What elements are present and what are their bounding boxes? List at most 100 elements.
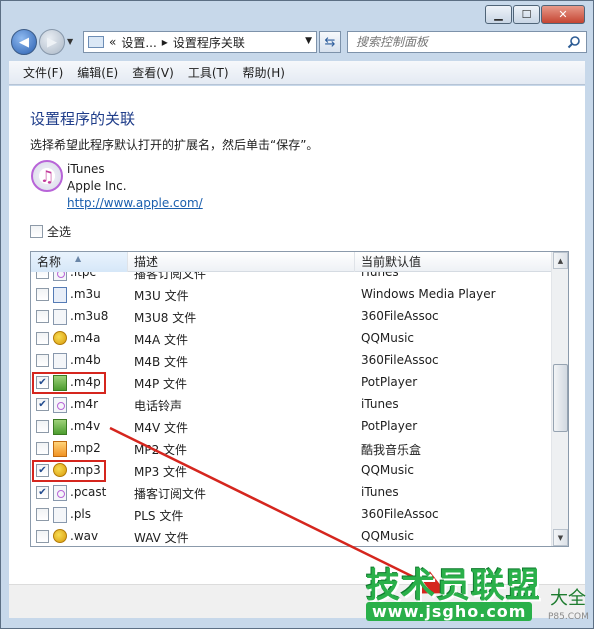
program-website-link[interactable]: http://www.apple.com/ [67, 196, 203, 210]
row-checkbox[interactable] [36, 420, 49, 433]
potplayer-icon [53, 419, 67, 435]
address-bar[interactable]: « 设置... ▸ 设置程序关联 ▼ [83, 31, 317, 53]
row-description: M3U8 文件 [134, 311, 197, 325]
scroll-up-button[interactable]: ▲ [553, 252, 568, 269]
row-current-default: QQMusic [361, 529, 415, 543]
extension-row-mp3[interactable]: ✔ .mp3 MP3 文件 QQMusic [31, 460, 551, 482]
extension-row-m4b[interactable]: .m4b M4B 文件 360FileAssoc [31, 350, 551, 372]
breadcrumb-separator[interactable]: ▸ [162, 35, 168, 49]
breadcrumb-set-associations[interactable]: 设置程序关联 [173, 34, 245, 51]
row-checkbox[interactable] [36, 442, 49, 455]
menu-bar: 文件(F) 编辑(E) 查看(V) 工具(T) 帮助(H) [9, 61, 585, 85]
maximize-button[interactable]: ☐ [513, 5, 540, 24]
menu-tools[interactable]: 工具(T) [188, 64, 229, 81]
menu-view[interactable]: 查看(V) [132, 64, 174, 81]
minimize-button[interactable]: ▁ [485, 5, 512, 24]
select-all-box[interactable] [30, 225, 43, 238]
column-name[interactable]: ▲ 名称 [31, 252, 128, 272]
scroll-thumb[interactable] [553, 364, 568, 432]
row-checkbox[interactable] [36, 288, 49, 301]
extension-row-m3u[interactable]: .m3u M3U 文件 Windows Media Player [31, 284, 551, 306]
extension-row-wav[interactable]: .wav WAV 文件 QQMusic [31, 526, 551, 546]
extension-row-pcast[interactable]: ✔ .pcast 播客订阅文件 iTunes [31, 482, 551, 504]
control-panel-window: ▁ ☐ ✕ ◀ ▶ ▼ « 设置... ▸ 设置程序关联 ▼ ⇆ 文件(F) 编… [0, 0, 594, 629]
search-icon[interactable] [567, 35, 581, 49]
select-all-checkbox[interactable]: 全选 [30, 223, 71, 240]
highlight-box-mp3 [32, 460, 106, 482]
menu-help[interactable]: 帮助(H) [243, 64, 285, 81]
row-checkbox[interactable] [36, 310, 49, 323]
generic-file-icon [53, 353, 67, 369]
row-extension: .mp2 [70, 441, 101, 455]
extension-row-mp2[interactable]: .mp2 MP2 文件 酷我音乐盒 [31, 438, 551, 460]
row-description: MP3 文件 [134, 465, 188, 479]
control-panel-icon [88, 36, 104, 48]
address-overflow[interactable]: « [109, 35, 116, 49]
row-description: WAV 文件 [134, 531, 189, 545]
row-description: M3U 文件 [134, 289, 189, 303]
qqmusic-icon [53, 331, 67, 345]
page-title: 设置程序的关联 [30, 110, 136, 128]
program-vendor: Apple Inc. [67, 179, 127, 193]
itunes-file-icon [53, 485, 67, 501]
row-checkbox[interactable]: ✔ [36, 398, 49, 411]
menu-file[interactable]: 文件(F) [23, 64, 63, 81]
scroll-down-button[interactable]: ▼ [553, 529, 568, 546]
column-name-label: 名称 [37, 255, 62, 269]
row-checkbox[interactable]: ✔ [36, 486, 49, 499]
row-extension: .m4r [70, 397, 99, 411]
vertical-scrollbar[interactable]: ▲ ▼ [551, 252, 568, 546]
extension-row-m3u8[interactable]: .m3u8 M3U8 文件 360FileAssoc [31, 306, 551, 328]
row-description: M4V 文件 [134, 421, 189, 435]
instructions-text: 选择希望此程序默认打开的扩展名，然后单击“保存”。 [30, 138, 319, 152]
row-description: 播客订阅文件 [134, 487, 207, 501]
row-checkbox[interactable] [36, 354, 49, 367]
extension-list[interactable]: .itpc 播客订阅文件 iTunes .m3u M3U 文件 Windows Media… [30, 251, 569, 547]
row-current-default: QQMusic [361, 331, 415, 345]
extension-row-m4p[interactable]: ✔ .m4p M4P 文件 PotPlayer [31, 372, 551, 394]
close-button[interactable]: ✕ [541, 5, 585, 24]
row-checkbox[interactable] [36, 508, 49, 521]
watermark-url: www.jsgho.com [366, 602, 533, 621]
column-current-default[interactable]: 当前默认值 [355, 252, 553, 272]
program-name: iTunes [67, 162, 105, 176]
row-extension: .m4v [70, 419, 101, 433]
generic-file-icon [53, 507, 67, 523]
menu-edit[interactable]: 编辑(E) [77, 64, 118, 81]
generic-file-icon [53, 309, 67, 325]
extension-row-m4a[interactable]: .m4a M4A 文件 QQMusic [31, 328, 551, 350]
column-description[interactable]: 描述 [128, 252, 355, 272]
search-input[interactable] [354, 34, 554, 50]
forward-button[interactable]: ▶ [39, 29, 65, 55]
row-current-default: PotPlayer [361, 419, 418, 433]
watermark-suffix: 大全 [550, 588, 586, 609]
row-extension: .wav [70, 529, 99, 543]
row-extension: .m3u8 [70, 309, 109, 323]
extension-row-pls[interactable]: .pls PLS 文件 360FileAssoc [31, 504, 551, 526]
column-description-label: 描述 [134, 255, 159, 269]
row-description: M4A 文件 [134, 333, 189, 347]
row-description: 电话铃声 [134, 399, 183, 413]
refresh-button[interactable]: ⇆ [319, 31, 341, 53]
extension-row-m4v[interactable]: .m4v M4V 文件 PotPlayer [31, 416, 551, 438]
row-current-default: 360FileAssoc [361, 507, 439, 521]
row-current-default: iTunes [361, 485, 399, 499]
back-button[interactable]: ◀ [11, 29, 37, 55]
row-current-default: 360FileAssoc [361, 309, 439, 323]
watermark-p85: P85.COM [548, 612, 589, 622]
row-current-default: Windows Media Player [361, 287, 496, 301]
row-checkbox[interactable] [36, 530, 49, 543]
breadcrumb-settings[interactable]: 设置... [121, 34, 156, 51]
row-current-default: 360FileAssoc [361, 353, 439, 367]
address-dropdown[interactable]: ▼ [305, 36, 312, 46]
row-description: M4P 文件 [134, 377, 188, 391]
row-description: MP2 文件 [134, 443, 188, 457]
extension-row-m4r[interactable]: ✔ .m4r 电话铃声 iTunes [31, 394, 551, 416]
kuwo-icon [53, 441, 67, 457]
column-current-default-label: 当前默认值 [361, 255, 422, 269]
itunes-icon: ♫ [31, 160, 63, 192]
row-current-default: PotPlayer [361, 375, 418, 389]
search-box[interactable] [347, 31, 587, 53]
row-checkbox[interactable] [36, 332, 49, 345]
recent-pages-dropdown[interactable]: ▼ [67, 37, 73, 46]
